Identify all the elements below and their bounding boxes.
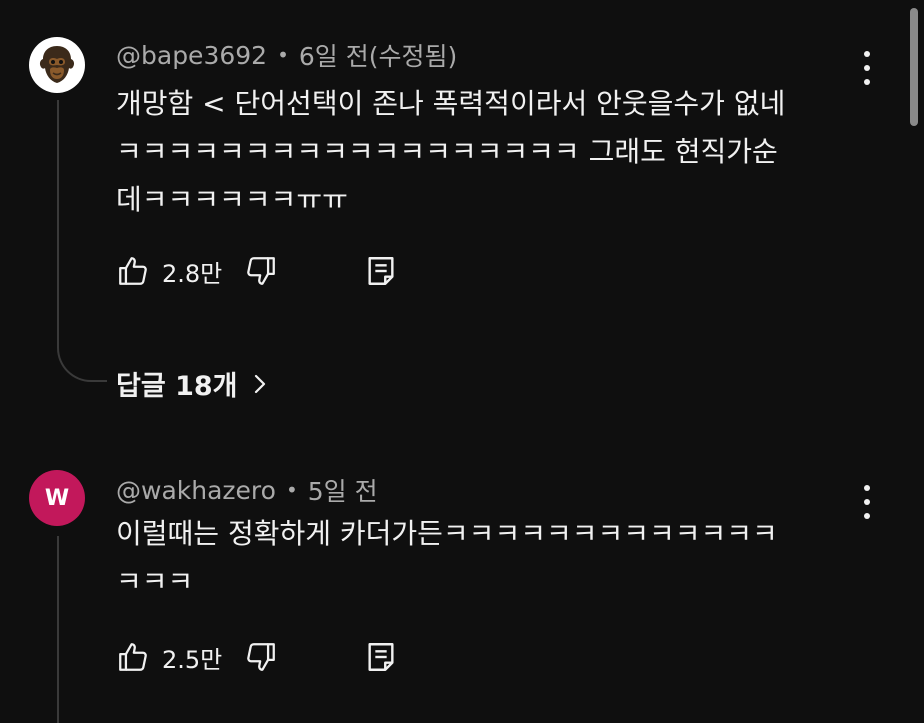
comment-line: 개망함 < 단어선택이 존나 폭력적이라서 안웃을수가 없네 [116,87,786,120]
avatar[interactable] [29,37,85,93]
more-vertical-icon[interactable] [856,485,878,519]
separator-dot: • [277,43,289,67]
like-button[interactable]: 2.5만 [116,640,244,675]
more-vertical-icon[interactable] [856,51,878,85]
author-name[interactable]: @bape3692 [116,41,267,70]
thumbs-down-icon [247,643,276,671]
timestamp[interactable]: 6일 전(수정됨) [299,37,457,73]
view-replies-button[interactable]: 답글 18개 [116,364,268,403]
like-count: 2.8만 [162,259,223,288]
comment-line: ㅋㅋㅋㅋㅋㅋㅋㅋㅋㅋㅋㅋㅋㅋㅋㅋㅋㅋ 그래도 현직가순 [116,135,778,168]
avatar[interactable]: W [29,470,85,526]
comment-line: 이럴때는 정확하게 카더가든ㅋㅋㅋㅋㅋㅋㅋㅋㅋㅋㅋㅋㅋ [116,517,778,550]
comment-text: 이럴때는 정확하게 카더가든ㅋㅋㅋㅋㅋㅋㅋㅋㅋㅋㅋㅋㅋ ㅋㅋㅋ [116,510,856,606]
chevron-right-icon [254,374,265,393]
dislike-button[interactable] [244,254,278,288]
timestamp[interactable]: 5일 전 [308,472,378,508]
dislike-button[interactable] [244,640,278,674]
thumbs-up-icon [119,257,147,285]
comment-text: 개망함 < 단어선택이 존나 폭력적이라서 안웃을수가 없네 ㅋㅋㅋㅋㅋㅋㅋㅋㅋ… [116,80,856,224]
avatar-letter: W [44,485,70,511]
comment-meta: @wakhazero • 5일 전 [116,472,378,508]
thread-line [57,536,59,723]
author-name[interactable]: @wakhazero [116,476,276,505]
comments-page: @bape3692 • 6일 전(수정됨) 개망함 < 단어선택이 존나 폭력적… [0,0,924,723]
bape-ape-logo-icon [39,46,75,83]
scrollbar[interactable] [910,8,918,126]
comment-line: 데ㅋㅋㅋㅋㅋㅋㅠㅠ [116,183,348,216]
comment-meta: @bape3692 • 6일 전(수정됨) [116,37,457,73]
reply-button[interactable] [364,640,398,674]
replies-label: 답글 18개 [116,371,238,402]
comment-actions: 2.8만 [116,251,398,291]
like-count: 2.5만 [162,645,223,674]
reply-button[interactable] [364,254,398,288]
comment-line: ㅋㅋㅋ [116,565,194,598]
thread-connector [57,330,107,382]
thumbs-up-icon [119,643,147,671]
reply-comment-icon [368,643,394,671]
reply-comment-icon [368,257,394,285]
thumbs-down-icon [247,257,276,285]
thread-line [57,100,59,332]
comment-actions: 2.5만 [116,637,398,677]
separator-dot: • [285,478,298,502]
like-button[interactable]: 2.8만 [116,254,244,289]
